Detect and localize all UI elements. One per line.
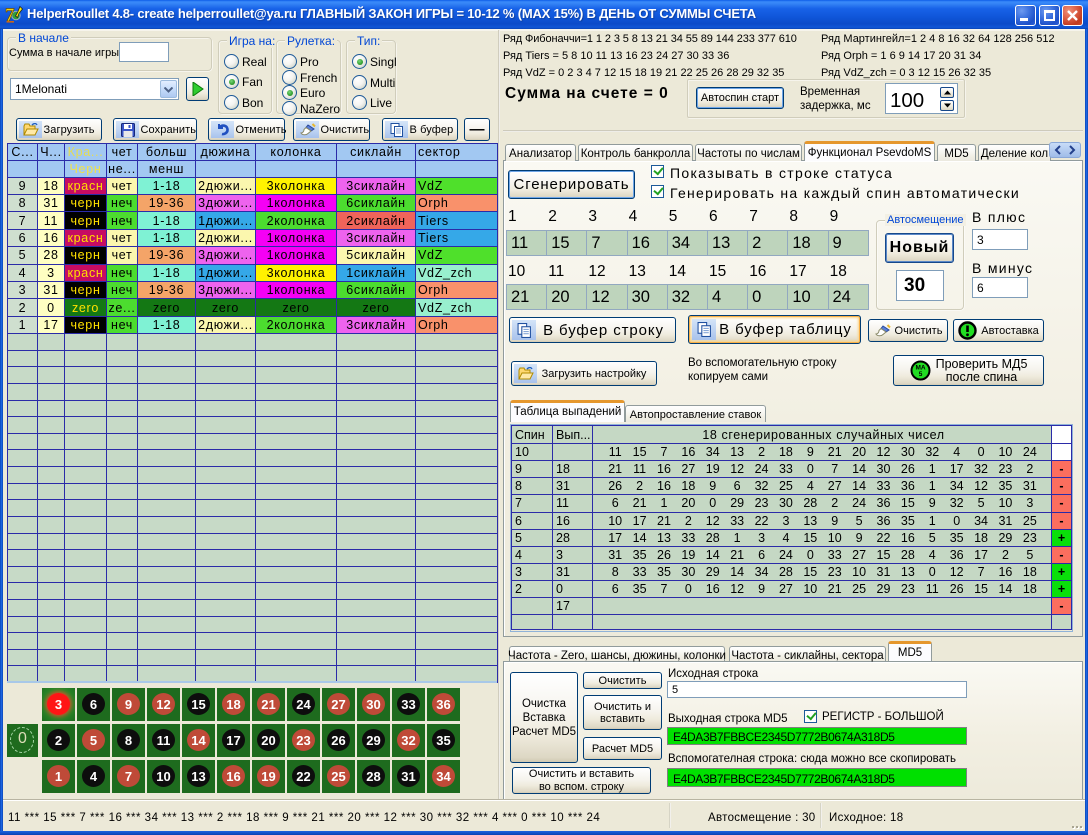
svg-text:5: 5 [918,371,922,378]
